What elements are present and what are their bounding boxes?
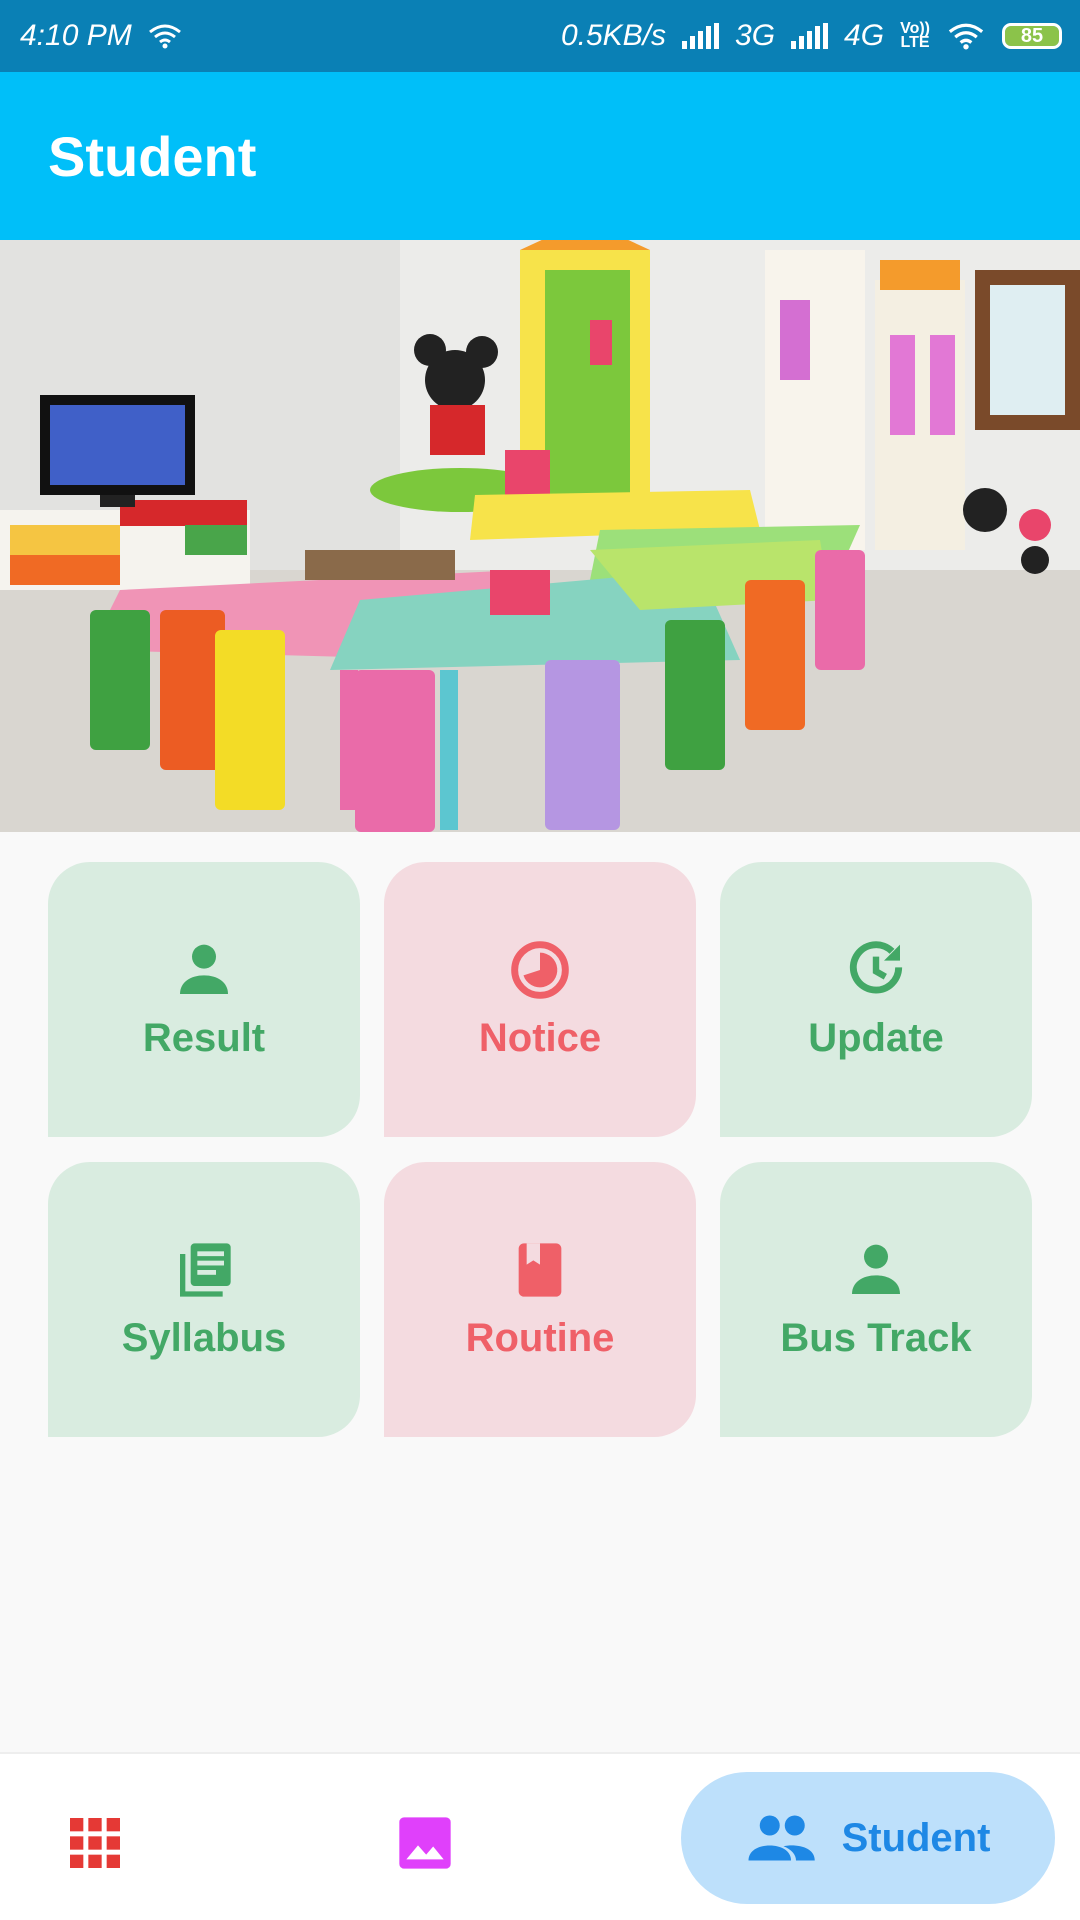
network-type-2: 4G [844, 19, 885, 52]
nav-gallery[interactable] [385, 1808, 465, 1878]
routine-label: Routine [465, 1316, 615, 1360]
image-icon [399, 1817, 451, 1869]
result-label: Result [142, 1016, 266, 1060]
syllabus-tile[interactable]: Syllabus [48, 1162, 360, 1437]
menu-grid: Result Notice Update Syllabus Routine Bu… [48, 862, 1032, 1437]
notice-tile[interactable]: Notice [384, 862, 696, 1137]
network-type-1: 3G [735, 19, 776, 52]
routine-tile[interactable]: Routine [384, 1162, 696, 1437]
bus-track-label: Bus Track [780, 1316, 972, 1360]
nav-apps[interactable] [60, 1808, 130, 1878]
hero-image [0, 240, 1080, 832]
person-icon [852, 1244, 900, 1294]
pie-clock-icon [511, 941, 569, 999]
wifi-icon [948, 23, 984, 50]
book-icon [518, 1243, 562, 1297]
app-bar: Student [0, 72, 1080, 240]
notice-label: Notice [478, 1016, 602, 1060]
library-books-icon [180, 1243, 231, 1297]
network-speed: 0.5KB/s [560, 19, 667, 52]
status-bar: 4:10 PM 0.5KB/s 3G 4G Vo)) LTE 85 [0, 0, 1080, 72]
battery-icon: 85 [1002, 23, 1062, 49]
update-icon [849, 941, 903, 994]
update-tile[interactable]: Update [720, 862, 1032, 1137]
people-icon [748, 1815, 815, 1861]
page-title: Student [48, 124, 257, 188]
signal-icon [791, 23, 829, 49]
syllabus-label: Syllabus [121, 1316, 287, 1360]
bus-track-tile[interactable]: Bus Track [720, 1162, 1032, 1437]
apps-grid-icon [70, 1818, 120, 1868]
bottom-nav: Student [0, 1752, 1080, 1920]
update-label: Update [808, 1016, 944, 1060]
person-icon [180, 944, 228, 994]
nav-student-label: Student [841, 1815, 991, 1860]
result-tile[interactable]: Result [48, 862, 360, 1137]
wifi-icon [148, 24, 181, 49]
volte-icon: Vo)) LTE [900, 20, 930, 51]
signal-icon [682, 23, 720, 49]
nav-student[interactable]: Student [681, 1772, 1055, 1904]
status-right: 0.5KB/s 3G 4G Vo)) LTE 85 [561, 19, 1062, 53]
classroom-photo [0, 240, 1080, 832]
status-left: 4:10 PM [20, 19, 182, 53]
status-time: 4:10 PM [20, 19, 132, 52]
